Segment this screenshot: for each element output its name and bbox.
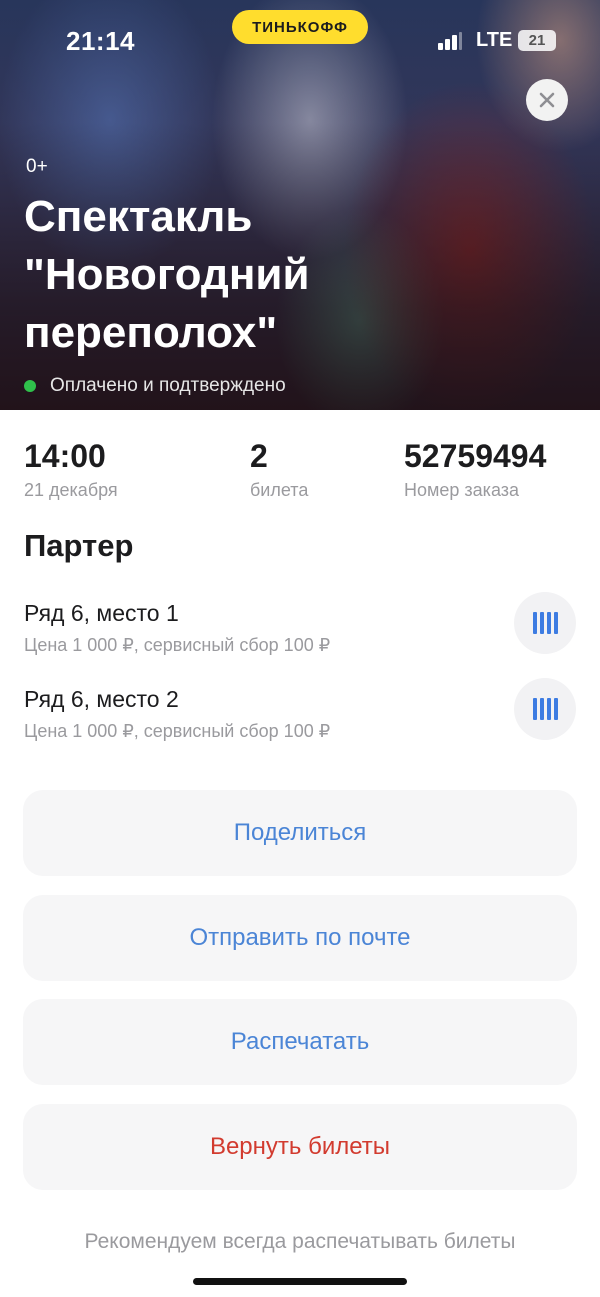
network-type: LTE [476,29,513,51]
order-number: 52759494 [404,438,547,474]
close-button[interactable] [526,79,568,121]
ticket-count: 2 [250,438,268,474]
status-bar: 21:14 ТИНЬКОФФ LTE 21 [0,0,600,80]
close-icon [539,92,555,108]
stat-order: 52759494 Номер заказа [404,436,546,501]
stat-time: 14:00 21 декабря [24,436,118,501]
payment-status-text: Оплачено и подтверждено [50,375,286,396]
seat-row: Ряд 6, место 2 Цена 1 000 ₽, сервисный с… [0,678,600,756]
battery-level: 21 [528,32,546,49]
ticket-count-label: билета [250,480,309,500]
seat-name: Ряд 6, место 2 [24,686,179,712]
event-date: 21 декабря [24,480,118,500]
print-button[interactable]: Распечатать [23,999,577,1085]
home-indicator[interactable] [193,1278,407,1285]
event-title: Спектакль "Новогодний переполох" [24,192,310,357]
seat-price: Цена 1 000 ₽, сервисный сбор 100 ₽ [24,635,331,655]
show-barcode-button[interactable] [514,678,576,740]
signal-bars-icon [438,32,462,50]
seating-section-title: Партер [24,528,134,563]
order-number-label: Номер заказа [404,480,520,500]
age-rating: 0+ [26,156,48,177]
print-recommendation: Рекомендуем всегда распечатывать билеты [84,1230,516,1253]
stat-tickets: 2 билета [250,436,308,501]
barcode-icon [532,612,537,634]
status-time: 21:14 [66,26,135,56]
show-barcode-button[interactable] [514,592,576,654]
event-time: 14:00 [24,438,106,474]
share-button[interactable]: Поделиться [23,790,577,876]
order-summary: 14:00 21 декабря 2 билета 52759494 Номер… [0,436,600,506]
seat-row: Ряд 6, место 1 Цена 1 000 ₽, сервисный с… [0,592,600,670]
brand-badge: ТИНЬКОФФ [232,10,368,44]
send-email-button[interactable]: Отправить по почте [23,895,577,981]
status-dot-icon [24,380,36,392]
battery-icon: 21 [518,30,556,51]
refund-tickets-button[interactable]: Вернуть билеты [23,1104,577,1190]
barcode-icon [532,698,537,720]
seat-price: Цена 1 000 ₽, сервисный сбор 100 ₽ [24,721,331,741]
payment-status: Оплачено и подтверждено [24,374,286,398]
seat-name: Ряд 6, место 1 [24,600,179,626]
